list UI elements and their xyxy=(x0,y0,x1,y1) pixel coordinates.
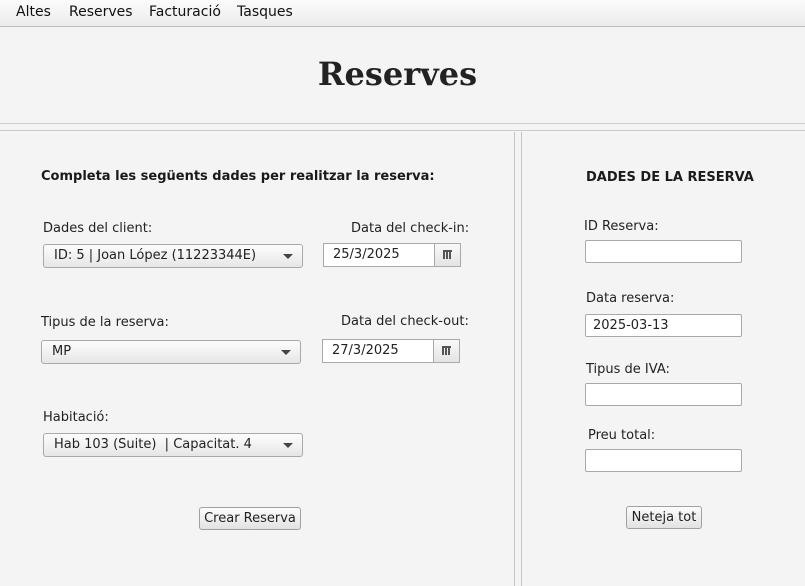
checkout-label: Data del check-out: xyxy=(341,314,469,329)
data-reserva-field[interactable]: 2025-03-13 xyxy=(585,314,742,337)
header-divider xyxy=(0,123,805,124)
preu-total-label: Preu total: xyxy=(588,428,656,443)
data-reserva-label: Data reserva: xyxy=(586,291,675,306)
crear-reserva-button[interactable]: Crear Reserva xyxy=(199,507,301,530)
id-reserva-field[interactable] xyxy=(585,240,742,263)
calendar-icon xyxy=(443,250,452,259)
tipus-iva-label: Tipus de IVA: xyxy=(586,362,670,377)
checkout-datepicker[interactable]: 27/3/2025 xyxy=(322,339,460,363)
tipus-combobox-value: MP xyxy=(52,344,72,359)
header-divider-lower xyxy=(0,130,805,131)
chevron-down-icon xyxy=(283,443,293,448)
preu-total-field[interactable] xyxy=(585,449,742,472)
id-reserva-label: ID Reserva: xyxy=(584,219,659,234)
tipus-combobox[interactable]: MP xyxy=(41,340,301,364)
chevron-down-icon xyxy=(283,254,293,259)
calendar-icon xyxy=(442,346,451,355)
menu-altes[interactable]: Altes xyxy=(16,4,51,20)
checkin-label: Data del check-in: xyxy=(351,221,470,236)
chevron-down-icon xyxy=(281,350,291,355)
habitacio-combobox-value: Hab 103 (Suite) | Capacitat. 4 xyxy=(54,437,252,452)
habitacio-combobox[interactable]: Hab 103 (Suite) | Capacitat. 4 xyxy=(43,433,303,457)
habitacio-label: Habitació: xyxy=(43,410,109,425)
split-pane-divider[interactable] xyxy=(514,132,522,586)
checkout-calendar-button[interactable] xyxy=(433,340,459,362)
page-title: Reserves xyxy=(317,55,478,93)
tipus-iva-field[interactable] xyxy=(585,383,742,406)
checkout-date-value: 27/3/2025 xyxy=(332,343,399,358)
form-heading: Completa les següents dades per realitza… xyxy=(41,169,435,184)
client-label: Dades del client: xyxy=(43,221,153,236)
checkin-date-value: 25/3/2025 xyxy=(333,247,400,262)
tipus-label: Tipus de la reserva: xyxy=(41,315,169,330)
menu-reserves[interactable]: Reserves xyxy=(69,4,133,20)
checkin-calendar-button[interactable] xyxy=(434,244,460,266)
menu-facturacio[interactable]: Facturació xyxy=(149,4,221,20)
checkin-datepicker[interactable]: 25/3/2025 xyxy=(323,243,461,267)
data-reserva-value: 2025-03-13 xyxy=(593,318,669,333)
summary-heading: DADES DE LA RESERVA xyxy=(586,170,754,185)
client-combobox[interactable]: ID: 5 | Joan López (11223344E) xyxy=(43,244,303,268)
client-combobox-value: ID: 5 | Joan López (11223344E) xyxy=(54,248,257,263)
menu-bar: Altes Reserves Facturació Tasques xyxy=(0,0,805,27)
neteja-tot-button[interactable]: Neteja tot xyxy=(626,506,702,529)
menu-tasques[interactable]: Tasques xyxy=(237,4,293,20)
